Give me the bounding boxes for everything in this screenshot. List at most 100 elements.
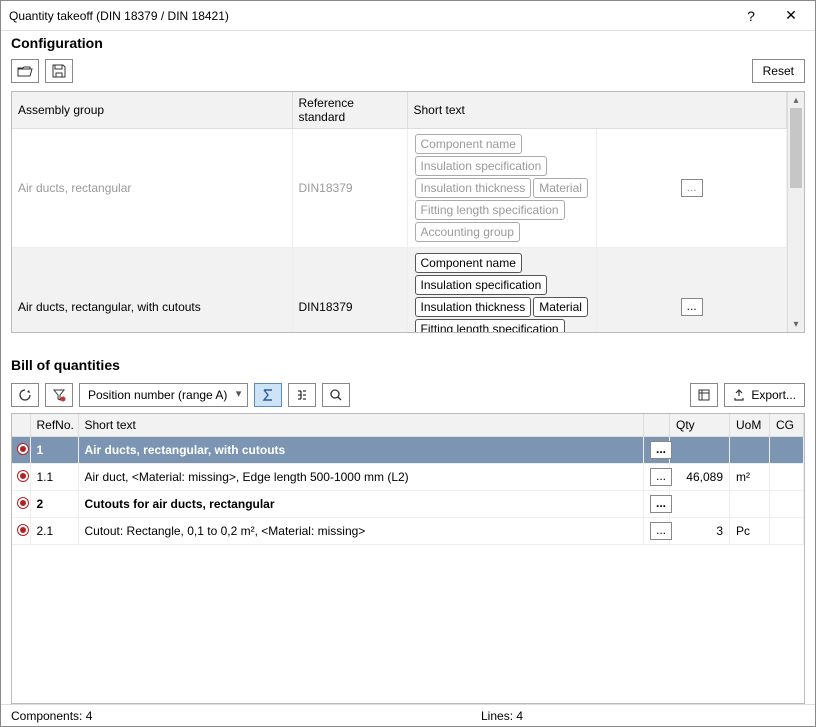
config-table: Assembly group Reference standard Short …	[11, 91, 805, 333]
export-button[interactable]: Export...	[724, 383, 805, 407]
ellipsis-button[interactable]: ...	[650, 495, 672, 513]
token[interactable]: Material	[533, 297, 588, 317]
sigma-icon	[261, 388, 275, 402]
filter-button[interactable]	[45, 383, 73, 407]
cg-cell	[770, 491, 804, 518]
short-text-cell: Cutouts for air ducts, rectangular	[78, 491, 644, 518]
row-actions-cell: ...	[644, 437, 670, 464]
ellipsis-button[interactable]: ...	[650, 522, 672, 540]
token[interactable]: Fitting length specification	[415, 319, 565, 332]
window-title: Quantity takeoff (DIN 18379 / DIN 18421)	[9, 9, 731, 23]
position-number-combo[interactable]: Position number (range A)	[79, 383, 248, 407]
scrollbar-thumb[interactable]	[790, 108, 802, 188]
column-assembly-group[interactable]: Assembly group	[12, 92, 292, 129]
config-scrollbar[interactable]: ▴ ▾	[787, 92, 804, 332]
config-row[interactable]: Air ducts, rectangular, with cutoutsDIN1…	[12, 248, 787, 333]
column-refno[interactable]: RefNo.	[30, 414, 78, 437]
uom-cell	[730, 491, 770, 518]
filter-icon	[52, 388, 66, 402]
assembly-cell: Air ducts, rectangular, with cutouts	[12, 248, 292, 333]
tree-button[interactable]	[288, 383, 316, 407]
column-ellipsis[interactable]	[644, 414, 670, 437]
reference-cell: DIN18379	[292, 248, 407, 333]
refresh-button[interactable]	[11, 383, 39, 407]
config-row[interactable]: Air ducts, rectangularDIN18379 Component …	[12, 129, 787, 248]
token[interactable]: Component name	[415, 134, 522, 154]
reference-cell: DIN18379	[292, 129, 407, 248]
search-button[interactable]	[322, 383, 350, 407]
tree-icon	[295, 388, 309, 402]
open-button[interactable]	[11, 59, 39, 83]
uom-cell: m²	[730, 464, 770, 491]
token[interactable]: Material	[533, 178, 588, 198]
scroll-down-icon[interactable]: ▾	[788, 316, 804, 332]
reset-button[interactable]: Reset	[752, 59, 805, 83]
error-icon	[18, 498, 28, 508]
bill-row[interactable]: 2.1Cutout: Rectangle, 0,1 to 0,2 m², <Ma…	[12, 518, 804, 545]
token[interactable]: Insulation thickness	[415, 178, 532, 198]
save-button[interactable]	[45, 59, 73, 83]
row-actions-cell: ...	[644, 464, 670, 491]
bill-row[interactable]: 2Cutouts for air ducts, rectangular...	[12, 491, 804, 518]
close-button[interactable]: ✕	[771, 2, 811, 30]
ellipsis-button[interactable]: ...	[650, 468, 672, 486]
column-cg[interactable]: CG	[770, 414, 804, 437]
token[interactable]: Accounting group	[415, 222, 520, 242]
error-icon	[18, 444, 28, 454]
qty-cell: 3	[670, 518, 730, 545]
cg-cell	[770, 518, 804, 545]
ellipsis-button[interactable]: ...	[681, 179, 703, 197]
bill-row[interactable]: 1Air ducts, rectangular, with cutouts...	[12, 437, 804, 464]
export-label: Export...	[751, 388, 796, 402]
ellipsis-button[interactable]: ...	[681, 298, 703, 316]
bill-row[interactable]: 1.1Air duct, <Material: missing>, Edge l…	[12, 464, 804, 491]
status-components: Components: 4	[11, 709, 441, 723]
qty-cell	[670, 437, 730, 464]
qty-cell	[670, 491, 730, 518]
short-text-cell: Cutout: Rectangle, 0,1 to 0,2 m², <Mater…	[78, 518, 644, 545]
error-cell	[12, 518, 30, 545]
token[interactable]: Component name	[415, 253, 522, 273]
folder-open-icon	[17, 64, 33, 78]
column-error[interactable]	[12, 414, 30, 437]
column-qty[interactable]: Qty	[670, 414, 730, 437]
token[interactable]: Fitting length specification	[415, 200, 565, 220]
row-actions-cell: ...	[644, 518, 670, 545]
save-icon	[52, 64, 66, 78]
column-short-text[interactable]: Short text	[78, 414, 644, 437]
error-cell	[12, 464, 30, 491]
bill-heading: Bill of quantities	[1, 353, 815, 379]
refno-cell: 2.1	[30, 518, 78, 545]
short-text-cell: Air ducts, rectangular, with cutouts	[78, 437, 644, 464]
combo-label: Position number (range A)	[88, 388, 227, 402]
token[interactable]: Insulation specification	[415, 156, 548, 176]
config-toolbar: Reset	[1, 57, 815, 91]
row-actions-cell: ...	[644, 491, 670, 518]
columns-button[interactable]	[690, 383, 718, 407]
short-text-cell: Component nameInsulation specificationIn…	[407, 248, 597, 333]
scroll-up-icon[interactable]: ▴	[788, 92, 804, 108]
row-actions-cell: ...	[597, 129, 787, 248]
statusbar: Components: 4 Lines: 4	[1, 704, 815, 726]
columns-icon	[697, 388, 711, 402]
export-icon	[733, 389, 745, 401]
bill-section: Bill of quantities Position number (rang…	[1, 343, 815, 704]
help-button[interactable]: ?	[731, 2, 771, 30]
column-short-text[interactable]: Short text	[407, 92, 787, 129]
token[interactable]: Insulation specification	[415, 275, 548, 295]
refno-cell: 1.1	[30, 464, 78, 491]
status-lines: Lines: 4	[481, 709, 523, 723]
group-sigma-button[interactable]	[254, 383, 282, 407]
column-reference-standard[interactable]: Reference standard	[292, 92, 407, 129]
search-icon	[329, 388, 343, 402]
row-actions-cell: ...	[597, 248, 787, 333]
column-uom[interactable]: UoM	[730, 414, 770, 437]
ellipsis-button[interactable]: ...	[650, 441, 672, 459]
refresh-icon	[18, 388, 32, 402]
assembly-cell: Air ducts, rectangular	[12, 129, 292, 248]
token[interactable]: Insulation thickness	[415, 297, 532, 317]
error-cell	[12, 437, 30, 464]
refno-cell: 1	[30, 437, 78, 464]
error-cell	[12, 491, 30, 518]
uom-cell: Pc	[730, 518, 770, 545]
